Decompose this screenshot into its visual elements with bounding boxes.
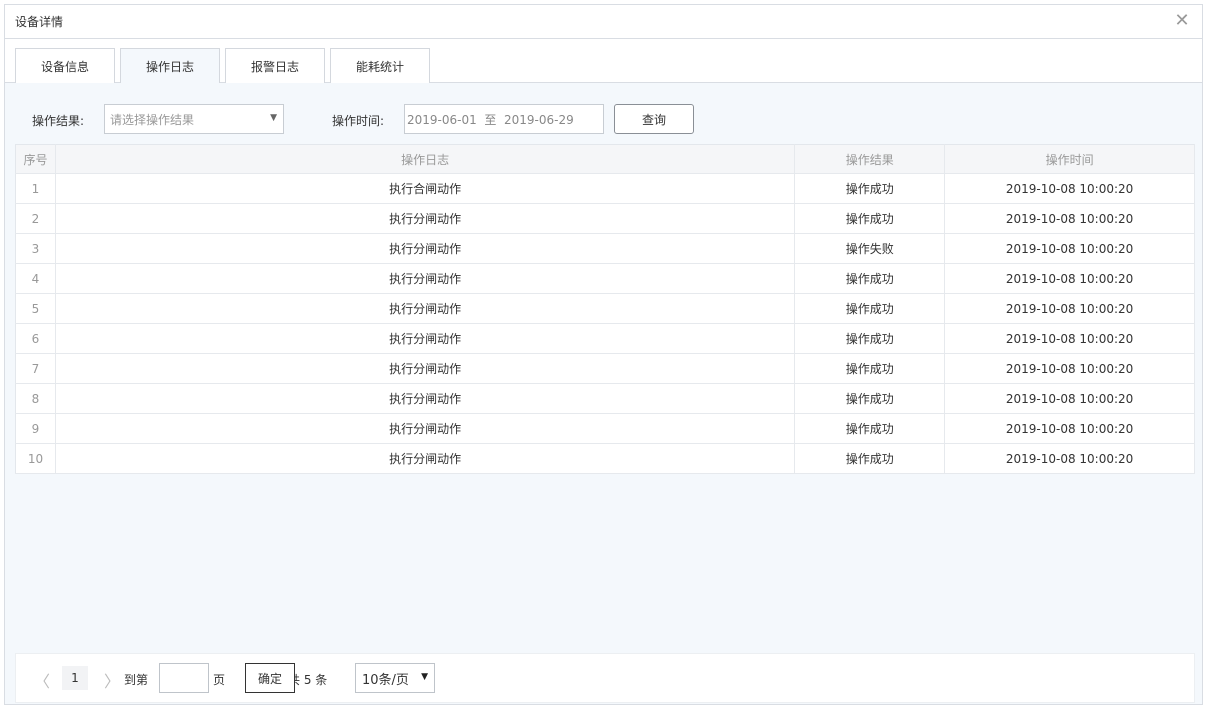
date-range-input[interactable]: 2019-06-01 至 2019-06-29	[404, 104, 604, 134]
cell-index: 6	[15, 323, 56, 354]
header-log: 操作日志	[55, 144, 796, 174]
cell-time: 2019-10-08 10:00:20	[944, 323, 1195, 354]
cell-log: 执行分闸动作	[55, 203, 796, 234]
result-select-placeholder: 请选择操作结果	[110, 112, 195, 127]
cell-index: 3	[15, 233, 56, 264]
cell-time: 2019-10-08 10:00:20	[944, 233, 1195, 264]
chevron-down-icon: ▼	[270, 113, 277, 123]
close-icon[interactable]: ✕	[1172, 11, 1192, 31]
cell-result: 操作成功	[794, 203, 946, 234]
result-filter-label: 操作结果:	[32, 114, 85, 128]
header-time: 操作时间	[944, 144, 1195, 174]
cell-result: 操作成功	[794, 293, 946, 324]
operation-log-table: 序号 操作日志 操作结果 操作时间 1 执行合闸动作 操作成功 2019-10-08 …	[15, 144, 1195, 474]
cell-index: 7	[15, 353, 56, 384]
cell-log: 执行分闸动作	[55, 323, 796, 354]
cell-result: 操作成功	[794, 323, 946, 354]
table-row: 2 执行分闸动作 操作成功 2019-10-08 10:00:20	[15, 203, 1195, 234]
table-row: 8 执行分闸动作 操作成功 2019-10-08 10:00:20	[15, 383, 1195, 414]
goto-label: 到第	[124, 673, 149, 687]
table-row: 4 执行分闸动作 操作成功 2019-10-08 10:00:20	[15, 263, 1195, 294]
pagination: 〈 1 〉 到第 页 共 5 条 确定 10条/页 ▼	[15, 653, 1195, 703]
cell-time: 2019-10-08 10:00:20	[944, 383, 1195, 414]
cell-log: 执行分闸动作	[55, 443, 796, 474]
cell-result: 操作成功	[794, 353, 946, 384]
cell-index: 2	[15, 203, 56, 234]
table-row: 1 执行合闸动作 操作成功 2019-10-08 10:00:20	[15, 173, 1195, 204]
header-result: 操作结果	[794, 144, 946, 174]
cell-result: 操作成功	[794, 413, 946, 444]
table-row: 5 执行分闸动作 操作成功 2019-10-08 10:00:20	[15, 293, 1195, 324]
table-row: 3 执行分闸动作 操作失败 2019-10-08 10:00:20	[15, 233, 1195, 264]
cell-log: 执行分闸动作	[55, 233, 796, 264]
tab-operation-log[interactable]: 操作日志	[120, 48, 220, 84]
result-select[interactable]: 请选择操作结果 ▼	[104, 104, 284, 134]
cell-log: 执行分闸动作	[55, 353, 796, 384]
table-row: 7 执行分闸动作 操作成功 2019-10-08 10:00:20	[15, 353, 1195, 384]
cell-time: 2019-10-08 10:00:20	[944, 413, 1195, 444]
time-filter-label: 操作时间:	[332, 114, 385, 128]
cell-result: 操作失败	[794, 233, 946, 264]
tab-alarm-log[interactable]: 报警日志	[225, 48, 325, 84]
cell-time: 2019-10-08 10:00:20	[944, 443, 1195, 474]
confirm-button[interactable]: 确定	[245, 663, 295, 693]
cell-result: 操作成功	[794, 263, 946, 294]
page-number-1[interactable]: 1	[62, 666, 88, 690]
cell-index: 1	[15, 173, 56, 204]
dialog-header: 设备详情 ✕	[5, 5, 1202, 39]
dialog-title: 设备详情	[15, 15, 64, 29]
table-header-row: 序号 操作日志 操作结果 操作时间	[15, 144, 1195, 174]
filter-bar: 操作结果: 请选择操作结果 ▼ 操作时间: 2019-06-01 至 2019-…	[5, 103, 1202, 135]
cell-index: 10	[15, 443, 56, 474]
table-row: 6 执行分闸动作 操作成功 2019-10-08 10:00:20	[15, 323, 1195, 354]
query-button[interactable]: 查询	[614, 104, 694, 134]
cell-result: 操作成功	[794, 443, 946, 474]
chevron-down-icon: ▼	[421, 672, 428, 682]
cell-result: 操作成功	[794, 383, 946, 414]
cell-time: 2019-10-08 10:00:20	[944, 353, 1195, 384]
cell-result: 操作成功	[794, 173, 946, 204]
cell-log: 执行分闸动作	[55, 293, 796, 324]
page-size-select[interactable]: 10条/页 ▼	[355, 663, 435, 693]
cell-time: 2019-10-08 10:00:20	[944, 173, 1195, 204]
cell-log: 执行分闸动作	[55, 263, 796, 294]
page-suffix: 页	[213, 673, 226, 687]
cell-time: 2019-10-08 10:00:20	[944, 293, 1195, 324]
table-row: 9 执行分闸动作 操作成功 2019-10-08 10:00:20	[15, 413, 1195, 444]
cell-index: 4	[15, 263, 56, 294]
cell-log: 执行分闸动作	[55, 413, 796, 444]
cell-index: 8	[15, 383, 56, 414]
page-size-value: 10条/页	[362, 672, 409, 688]
device-detail-dialog: 设备详情 ✕ 设备信息 操作日志 报警日志 能耗统计 操作结果: 请选择操作结果…	[4, 4, 1203, 705]
cell-time: 2019-10-08 10:00:20	[944, 263, 1195, 294]
cell-log: 执行分闸动作	[55, 383, 796, 414]
tab-energy-stats[interactable]: 能耗统计	[330, 48, 430, 84]
tab-bar: 设备信息 操作日志 报警日志 能耗统计	[5, 39, 1202, 84]
goto-page-input[interactable]	[159, 663, 209, 693]
cell-time: 2019-10-08 10:00:20	[944, 203, 1195, 234]
cell-log: 执行合闸动作	[55, 173, 796, 204]
next-page-icon[interactable]: 〉	[104, 668, 120, 692]
operation-log-panel: 操作结果: 请选择操作结果 ▼ 操作时间: 2019-06-01 至 2019-…	[5, 83, 1202, 704]
cell-index: 9	[15, 413, 56, 444]
header-index: 序号	[15, 144, 56, 174]
prev-page-icon[interactable]: 〈	[34, 668, 50, 692]
cell-index: 5	[15, 293, 56, 324]
table-row: 10 执行分闸动作 操作成功 2019-10-08 10:00:20	[15, 443, 1195, 474]
tab-device-info[interactable]: 设备信息	[15, 48, 115, 84]
